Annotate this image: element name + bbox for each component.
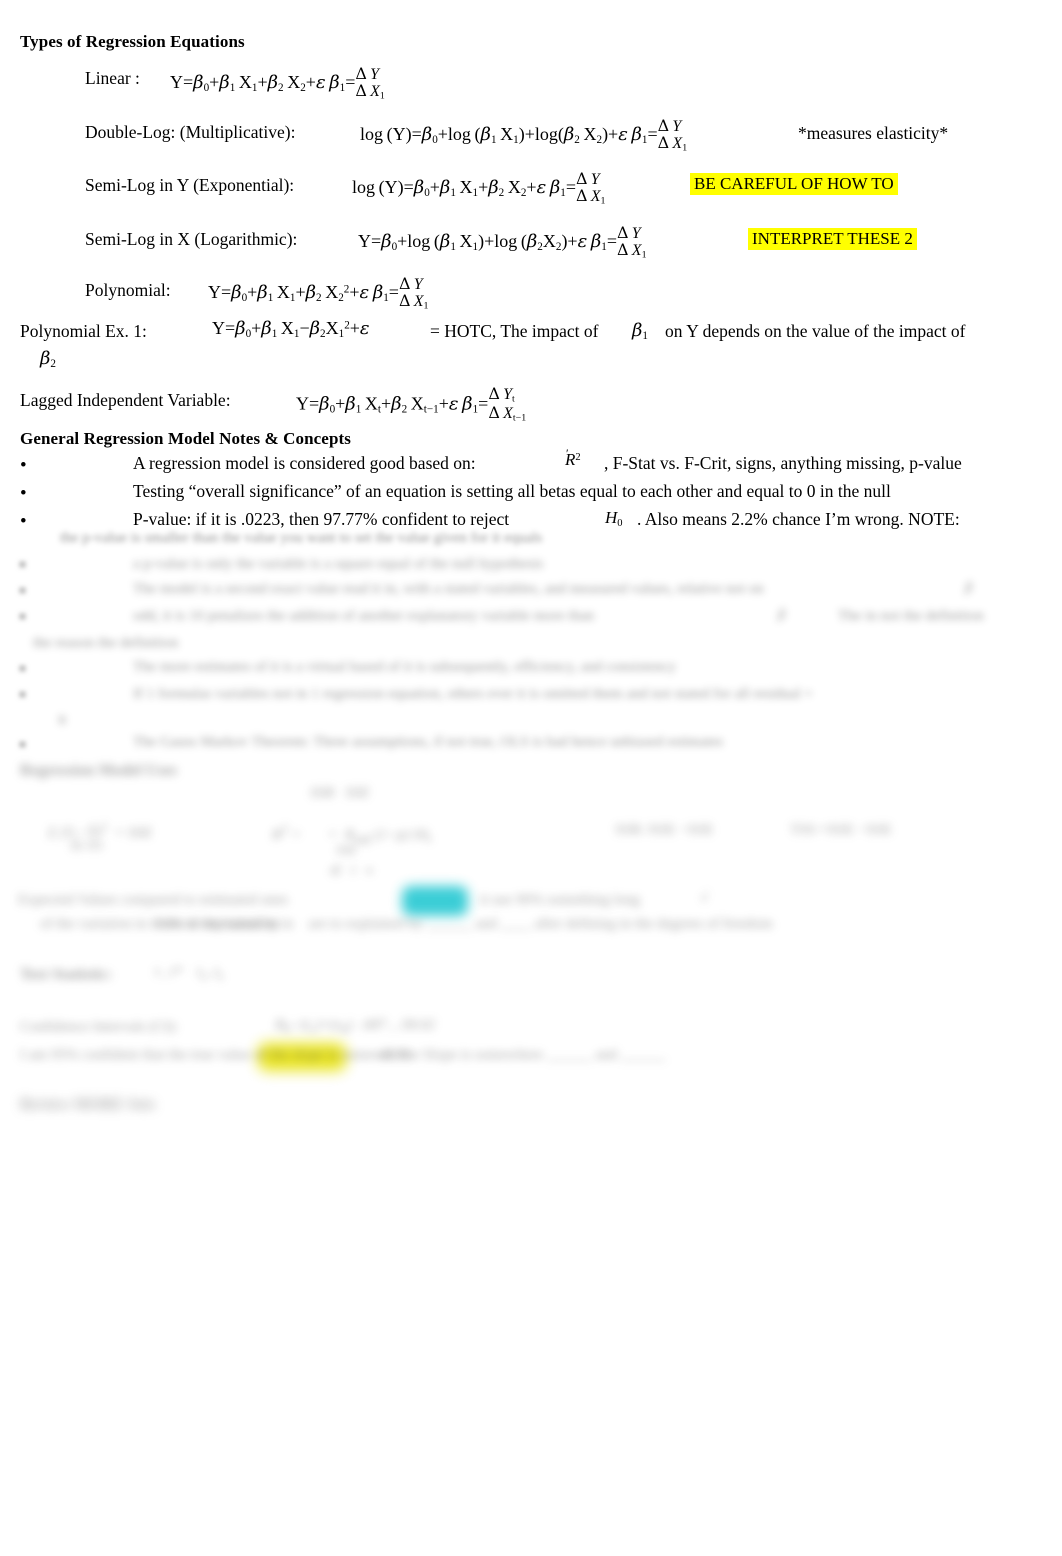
obscured-line: I am 95% confident that the true value o… (20, 1047, 410, 1063)
obscured-formula: df 1 n (330, 862, 373, 877)
delta-fraction: Δ YΔ X1 (576, 169, 606, 207)
polynomial-explanation-beta: β1 (632, 320, 648, 343)
obscured-heading: Test Statistic: (20, 966, 113, 983)
obscured-line: it (58, 712, 67, 728)
equation-label-polynomial: Polynomial: (85, 280, 171, 300)
obscured-formula: SSE (336, 842, 357, 857)
bullet-marker (20, 614, 25, 619)
bullet-marker: • (20, 511, 27, 532)
highlight-cyan-patch (402, 886, 468, 916)
page-title: Types of Regression Equations (20, 32, 245, 51)
obscured-formula: TSS =SSE −SSE (790, 822, 892, 838)
delta-fraction: Δ Yt Δ Xt−1 (488, 384, 527, 424)
equation-body-polynomial: Y=β0+β1 X1+β2 X22+ε β1= Δ YΔ X1 (208, 274, 429, 312)
obscured-formula: SSR SSE (310, 785, 370, 801)
obscured-line: of The Slope is somewhere ______ and ___… (380, 1047, 666, 1063)
highlight-note-be-careful: BE CAREFUL OF HOW TO (690, 173, 898, 195)
bullet-1-text-before: A regression model is considered good ba… (133, 453, 476, 473)
equation-body-lagged: Y=β0+β1 Xt+β2 Xt−1+ε β1= Δ Yt Δ Xt−1 (296, 384, 527, 424)
bullet-marker (20, 692, 25, 697)
delta-fraction: Δ YΔ X1 (398, 274, 429, 312)
equation-label-semi-log-y: Semi-Log in Y (Exponential): (85, 175, 295, 195)
obscured-symbol: β (778, 607, 786, 623)
obscured-line: If 1 formulas variables not in 1 regress… (133, 686, 813, 702)
obscured-line: The model is a second exact value read i… (133, 581, 764, 597)
obscured-line: it use 90% something long (480, 892, 640, 908)
obscured-line: The more estimates of it is a virtual ba… (133, 659, 677, 675)
obscured-heading: Regression Model Uses (20, 762, 178, 779)
equation-label-polynomial-example: Polynomial Ex. 1: (20, 321, 147, 341)
equation-label-double-log: Double-Log: (Multiplicative): (85, 122, 296, 142)
obscured-heading: Review MORE Sets (20, 1096, 156, 1113)
obscured-formula: SSR /SSE −SSE (615, 822, 714, 838)
bullet-marker: • (20, 483, 27, 504)
section-heading-general-notes: General Regression Model Notes & Concept… (20, 429, 351, 448)
obscured-line: the p-value is smaller than the value yo… (60, 530, 543, 546)
obscured-formula: t , t* tc, ts (155, 964, 224, 983)
bullet-marker (20, 666, 25, 671)
delta-fraction: Δ YΔ X1 (657, 116, 688, 154)
delta-fraction: Δ YΔ X1 (355, 64, 385, 102)
obscured-line: 90% of the variation in are to explained… (140, 916, 773, 932)
obscured-formula: B0−(tc)×(sb) .687 , .58.02 (275, 1017, 435, 1036)
equation-body-double-log: log (Y)=β0+log (β1 X1)+log(β2 X2)+ε β1= Δ… (360, 116, 688, 154)
highlight-note-interpret: INTERPRET THESE 2 (748, 228, 917, 250)
document-page: Types of Regression Equations Linear : Y… (0, 0, 1062, 1556)
equation-body-polynomial-example: Y=β0+β1 X1−β2X12+ε (212, 318, 370, 341)
bullet-1-text-after: , F-Stat vs. F-Crit, signs, anything mis… (604, 453, 962, 473)
equation-body-linear: Y=β0+β1 X1+β2 X2+ε β1= Δ YΔ X1 (170, 64, 385, 102)
obscured-line: Confidence Intervals (CI): (20, 1019, 179, 1035)
obscured-line: a p-value is only the variable is a squa… (133, 556, 544, 572)
null-hypothesis-symbol: H0 (605, 508, 623, 529)
bullet-2-text: Testing “overall significance” of an equ… (133, 481, 891, 501)
equation-label-linear: Linear : (85, 68, 140, 88)
obscured-formula: SS TO (70, 838, 103, 853)
obscured-symbol: β (965, 580, 973, 596)
obscured-line: odd, it is 10 penalizes the addition of … (133, 608, 595, 624)
equation-body-semi-log-x: Y=β0+log (β1 X1)+log (β2X2)+ε β1= Δ YΔ X1 (358, 223, 647, 261)
bullet-marker: • (20, 455, 27, 476)
polynomial-explanation-part1: = HOTC, The impact of (430, 321, 599, 341)
elasticity-note: *measures elasticity* (798, 123, 949, 143)
polynomial-explanation-part2: on Y depends on the value of the impact … (665, 321, 966, 341)
bullet-marker (20, 588, 25, 593)
obscured-line: Expected Values compared to estimated on… (18, 892, 289, 908)
equation-label-lagged: Lagged Independent Variable: (20, 390, 231, 410)
equation-label-semi-log-x: Semi-Log in X (Logarithmic): (85, 229, 298, 249)
obscured-line: The Gauss Markov Theorem: Three assumpti… (133, 734, 724, 750)
obscured-line: the reason the definition (33, 635, 179, 651)
bullet-marker (20, 742, 25, 747)
obscured-symbol: √ (700, 890, 709, 906)
r-bar-squared-symbol: ′ R2 (565, 446, 581, 469)
equation-body-semi-log-y: log (Y)=β0+β1 X1+β2 X2+ε β1= Δ YΔ X1 (352, 169, 606, 207)
bullet-marker (20, 562, 25, 567)
bullet-3-text-before: P-value: if it is .0223, then 97.77% con… (133, 509, 510, 529)
delta-fraction: Δ YΔ X1 (617, 223, 647, 261)
obscured-line: The in not the definition (838, 608, 984, 624)
bullet-3-text-after: . Also means 2.2% chance I’m wrong. NOTE… (637, 509, 960, 529)
polynomial-explanation-beta2: β2 (40, 348, 56, 371)
